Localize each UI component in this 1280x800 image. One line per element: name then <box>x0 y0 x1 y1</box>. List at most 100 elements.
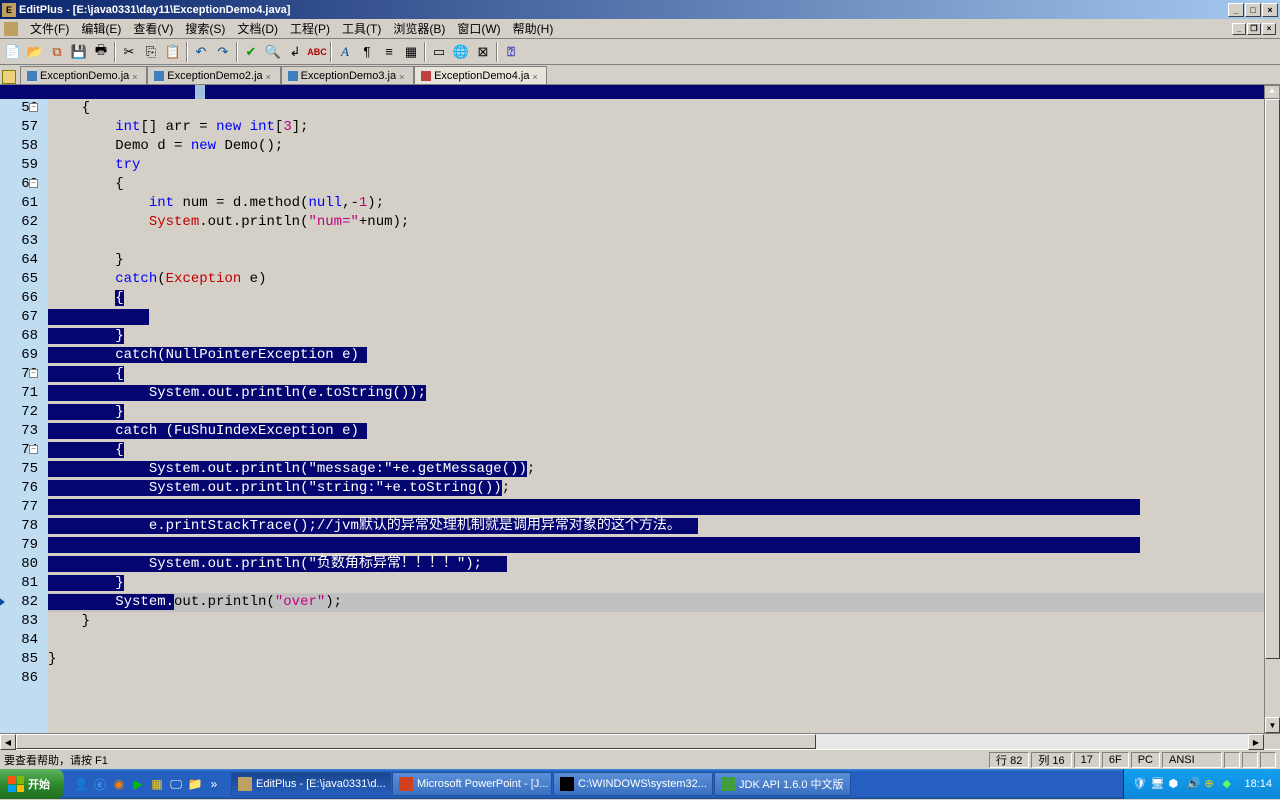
app-icon: E <box>2 3 16 17</box>
font-italic-icon[interactable]: A <box>334 41 356 63</box>
marker-icon[interactable]: ¶ <box>356 41 378 63</box>
search-icon[interactable]: 🔍 <box>262 41 284 63</box>
spell-icon[interactable]: ABC <box>306 41 328 63</box>
menu-item[interactable]: 搜索(S) <box>179 22 231 36</box>
taskbar-task[interactable]: Microsoft PowerPoint - [J... <box>392 772 552 796</box>
folder-icon[interactable] <box>2 70 16 84</box>
ql-more-icon[interactable]: » <box>205 773 223 795</box>
start-button[interactable]: 开始 <box>0 769 64 799</box>
close-button[interactable]: × <box>1262 3 1278 17</box>
menu-item[interactable]: 窗口(W) <box>451 22 506 36</box>
task-label: JDK API 1.6.0 中文版 <box>739 776 844 792</box>
status-box2 <box>1242 752 1258 768</box>
tray-safe-icon[interactable]: 🛡 <box>1132 777 1146 791</box>
mdi-restore-button[interactable]: ❐ <box>1247 23 1261 35</box>
horizontal-scrollbar[interactable]: ◀ ▶ <box>0 733 1280 749</box>
task-label: EditPlus - [E:\java0331\d... <box>256 778 386 790</box>
taskbar: 开始 👤 ⓔ ◉ ▶ ▦ 🖵 📁 » EditPlus - [E:\java03… <box>0 769 1280 799</box>
menu-bar: 文件(F)编辑(E)查看(V)搜索(S)文档(D)工程(P)工具(T)浏览器(B… <box>0 19 1280 39</box>
status-help: 要查看帮助，请按 F1 <box>4 752 987 768</box>
menu-item[interactable]: 工具(T) <box>336 22 387 36</box>
code-area[interactable]: { int[] arr = new int[3]; Demo d = new D… <box>48 99 1264 733</box>
hscroll-thumb[interactable] <box>16 734 816 749</box>
editor[interactable]: 5657585960616263646566676869707172737475… <box>0 99 1280 733</box>
undo-icon[interactable]: ↶ <box>190 41 212 63</box>
tab-label: ExceptionDemo3.ja <box>301 70 396 82</box>
vertical-scrollbar[interactable]: ▼ <box>1264 99 1280 733</box>
open-icon[interactable]: 📂 <box>24 41 46 63</box>
direct-open-icon[interactable]: ⧉ <box>46 41 68 63</box>
window-icon[interactable]: ▭ <box>428 41 450 63</box>
close-doc-icon[interactable]: ⊠ <box>472 41 494 63</box>
file-tab[interactable]: ExceptionDemo3.ja× <box>281 66 414 84</box>
mdi-icon[interactable] <box>4 22 18 36</box>
status-c5: PC <box>1131 752 1160 768</box>
mdi-minimize-button[interactable]: _ <box>1232 23 1246 35</box>
menu-item[interactable]: 帮助(H) <box>507 22 560 36</box>
help-icon[interactable]: ⍰ <box>500 41 522 63</box>
status-row: 行 82 <box>989 752 1029 768</box>
ql-notes-icon[interactable]: ▦ <box>148 773 166 795</box>
tab-close-icon[interactable]: × <box>132 72 140 80</box>
status-col: 列 16 <box>1031 752 1071 768</box>
task-icon <box>560 777 574 791</box>
tab-close-icon[interactable]: × <box>266 72 274 80</box>
scroll-up-icon[interactable]: ▲ <box>1264 85 1280 99</box>
copy-icon[interactable]: ⎘ <box>140 41 162 63</box>
wordwrap-icon[interactable]: ≡ <box>378 41 400 63</box>
print-icon[interactable]: 🖶 <box>90 41 112 63</box>
task-label: C:\WINDOWS\system32... <box>578 778 707 790</box>
task-icon <box>238 777 252 791</box>
scroll-thumb[interactable] <box>1265 99 1280 659</box>
status-box1 <box>1224 752 1240 768</box>
task-icon <box>721 777 735 791</box>
wrap-icon[interactable]: ↲ <box>284 41 306 63</box>
tray-clock[interactable]: 18:14 <box>1244 778 1272 790</box>
menu-item[interactable]: 浏览器(B) <box>387 22 451 36</box>
minimize-button[interactable]: _ <box>1228 3 1244 17</box>
task-icon <box>399 777 413 791</box>
tray-av-icon[interactable]: ⊕ <box>1204 777 1218 791</box>
file-tab[interactable]: ExceptionDemo.ja× <box>20 66 147 84</box>
new-icon[interactable]: 📄 <box>2 41 24 63</box>
save-icon[interactable]: 💾 <box>68 41 90 63</box>
scroll-right-icon[interactable]: ▶ <box>1248 734 1264 750</box>
file-tab[interactable]: ExceptionDemo2.ja× <box>147 66 280 84</box>
redo-icon[interactable]: ↷ <box>212 41 234 63</box>
taskbar-task[interactable]: C:\WINDOWS\system32... <box>553 772 713 796</box>
scroll-left-icon[interactable]: ◀ <box>0 734 16 750</box>
windows-logo-icon <box>8 776 24 792</box>
maximize-button[interactable]: □ <box>1245 3 1261 17</box>
paste-icon[interactable]: 📋 <box>162 41 184 63</box>
taskbar-task[interactable]: JDK API 1.6.0 中文版 <box>714 772 851 796</box>
ql-msn-icon[interactable]: 👤 <box>72 773 90 795</box>
java-icon <box>154 71 164 81</box>
tray-shield-icon[interactable]: ⬢ <box>1168 777 1182 791</box>
ql-media-icon[interactable]: ▶ <box>129 773 147 795</box>
file-tab[interactable]: ExceptionDemo4.ja× <box>414 66 547 84</box>
check-icon[interactable]: ✔ <box>240 41 262 63</box>
tray-volume-icon[interactable]: 🔊 <box>1186 777 1200 791</box>
scroll-down-icon[interactable]: ▼ <box>1265 717 1280 733</box>
browser-icon[interactable]: 🌐 <box>450 41 472 63</box>
title-bar: E EditPlus - [E:\java0331\day11\Exceptio… <box>0 0 1280 19</box>
tray-net-icon[interactable]: ◆ <box>1222 777 1236 791</box>
cut-icon[interactable]: ✂ <box>118 41 140 63</box>
ql-ie-icon[interactable]: ⓔ <box>91 773 109 795</box>
menu-item[interactable]: 工程(P) <box>284 22 336 36</box>
ql-desktop-icon[interactable]: 🖵 <box>167 773 185 795</box>
mdi-close-button[interactable]: × <box>1262 23 1276 35</box>
tab-close-icon[interactable]: × <box>532 72 540 80</box>
tab-label: ExceptionDemo.ja <box>40 70 129 82</box>
menu-item[interactable]: 文件(F) <box>24 22 75 36</box>
tray-display-icon[interactable]: 🖥 <box>1150 777 1164 791</box>
ql-folder-icon[interactable]: 📁 <box>186 773 204 795</box>
menu-item[interactable]: 查看(V) <box>127 22 179 36</box>
ql-firefox-icon[interactable]: ◉ <box>110 773 128 795</box>
menu-item[interactable]: 文档(D) <box>231 22 284 36</box>
tab-close-icon[interactable]: × <box>399 72 407 80</box>
taskbar-task[interactable]: EditPlus - [E:\java0331\d... <box>231 772 391 796</box>
menu-item[interactable]: 编辑(E) <box>75 22 127 36</box>
java-icon <box>27 71 37 81</box>
columns-icon[interactable]: ▦ <box>400 41 422 63</box>
